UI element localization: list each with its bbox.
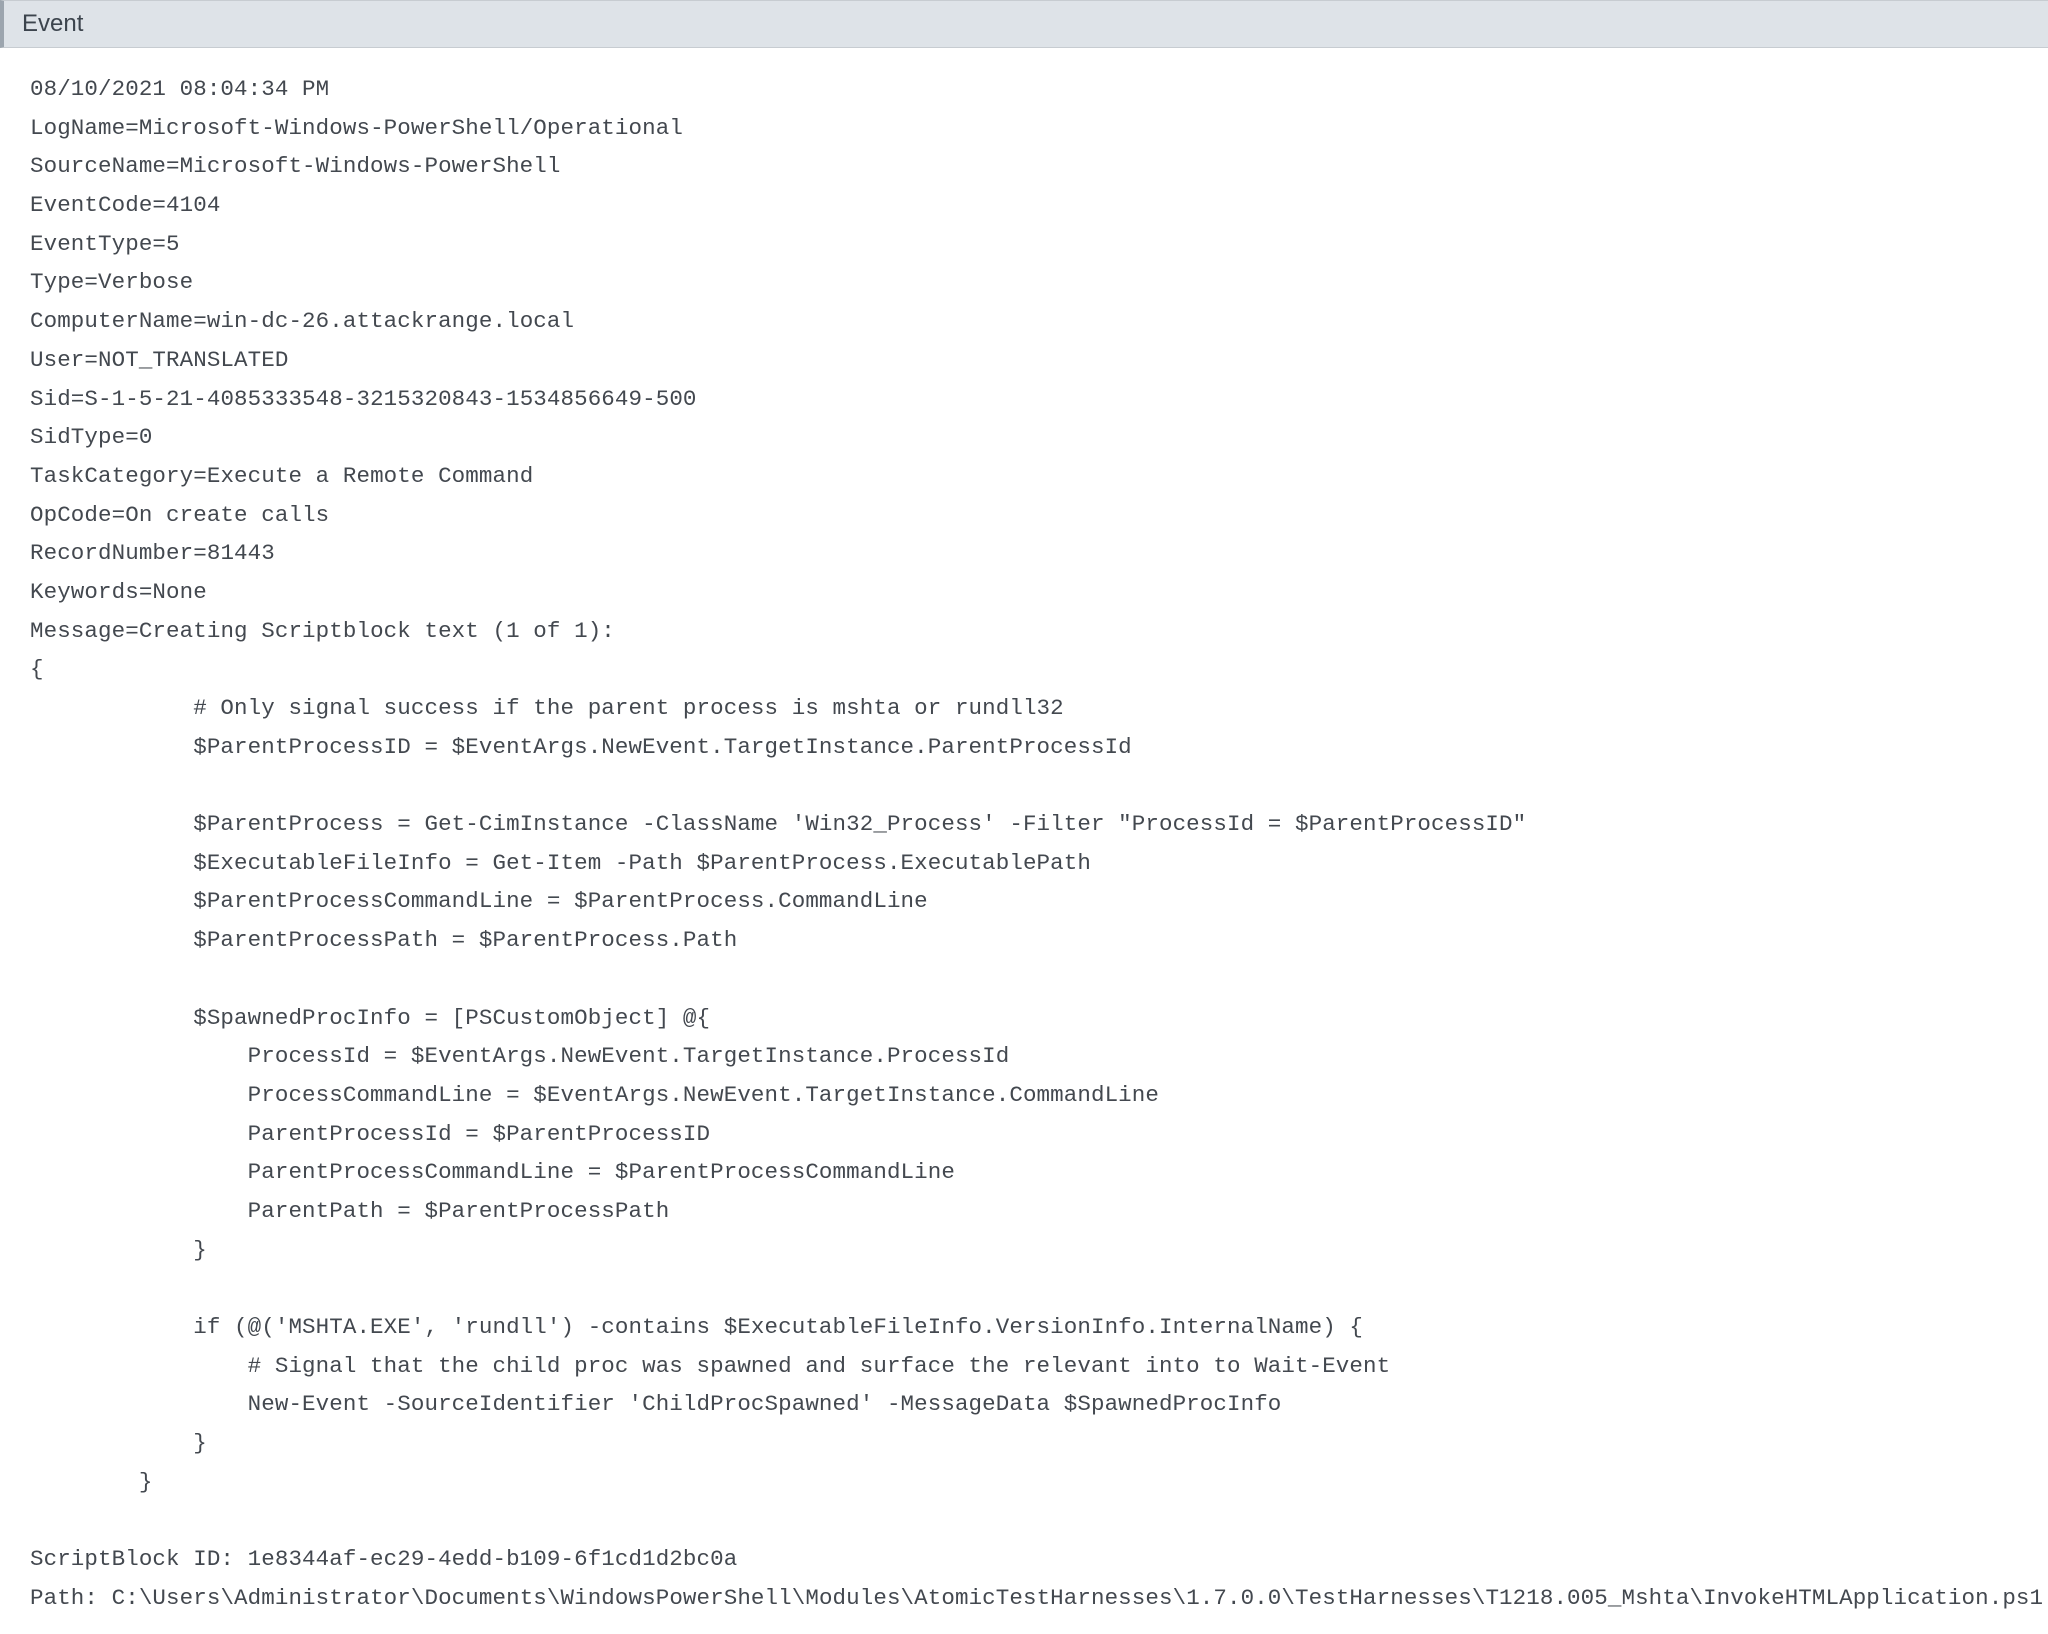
field-scriptblock-id: 1e8344af-ec29-4edd-b109-6f1cd1d2bc0a [248, 1546, 738, 1572]
field-sourcename: Microsoft-Windows-PowerShell [180, 153, 561, 179]
scriptblock-content: { # Only signal success if the parent pr… [30, 656, 1526, 1494]
event-body[interactable]: 08/10/2021 08:04:34 PM LogName=Microsoft… [0, 48, 2048, 1626]
event-timestamp: 08/10/2021 08:04:34 PM [30, 76, 329, 102]
panel-header: Event [0, 0, 2048, 48]
field-sid: S-1-5-21-4085333548-3215320843-153485664… [84, 386, 696, 412]
field-type: Verbose [98, 269, 193, 295]
panel-title: Event [22, 10, 83, 37]
field-taskcategory: Execute a Remote Command [207, 463, 533, 489]
field-user: NOT_TRANSLATED [98, 347, 288, 373]
field-eventcode: 4104 [166, 192, 220, 218]
field-message-header: Creating Scriptblock text (1 of 1): [139, 618, 615, 644]
field-logname: Microsoft-Windows-PowerShell/Operational [139, 115, 683, 141]
field-eventtype: 5 [166, 231, 180, 257]
field-sidtype: 0 [139, 424, 153, 450]
field-keywords: None [152, 579, 206, 605]
field-computername: win-dc-26.attackrange.local [207, 308, 574, 334]
field-path: C:\Users\Administrator\Documents\Windows… [112, 1585, 2044, 1611]
field-opcode: On create calls [125, 502, 329, 528]
field-recordnumber: 81443 [207, 540, 275, 566]
